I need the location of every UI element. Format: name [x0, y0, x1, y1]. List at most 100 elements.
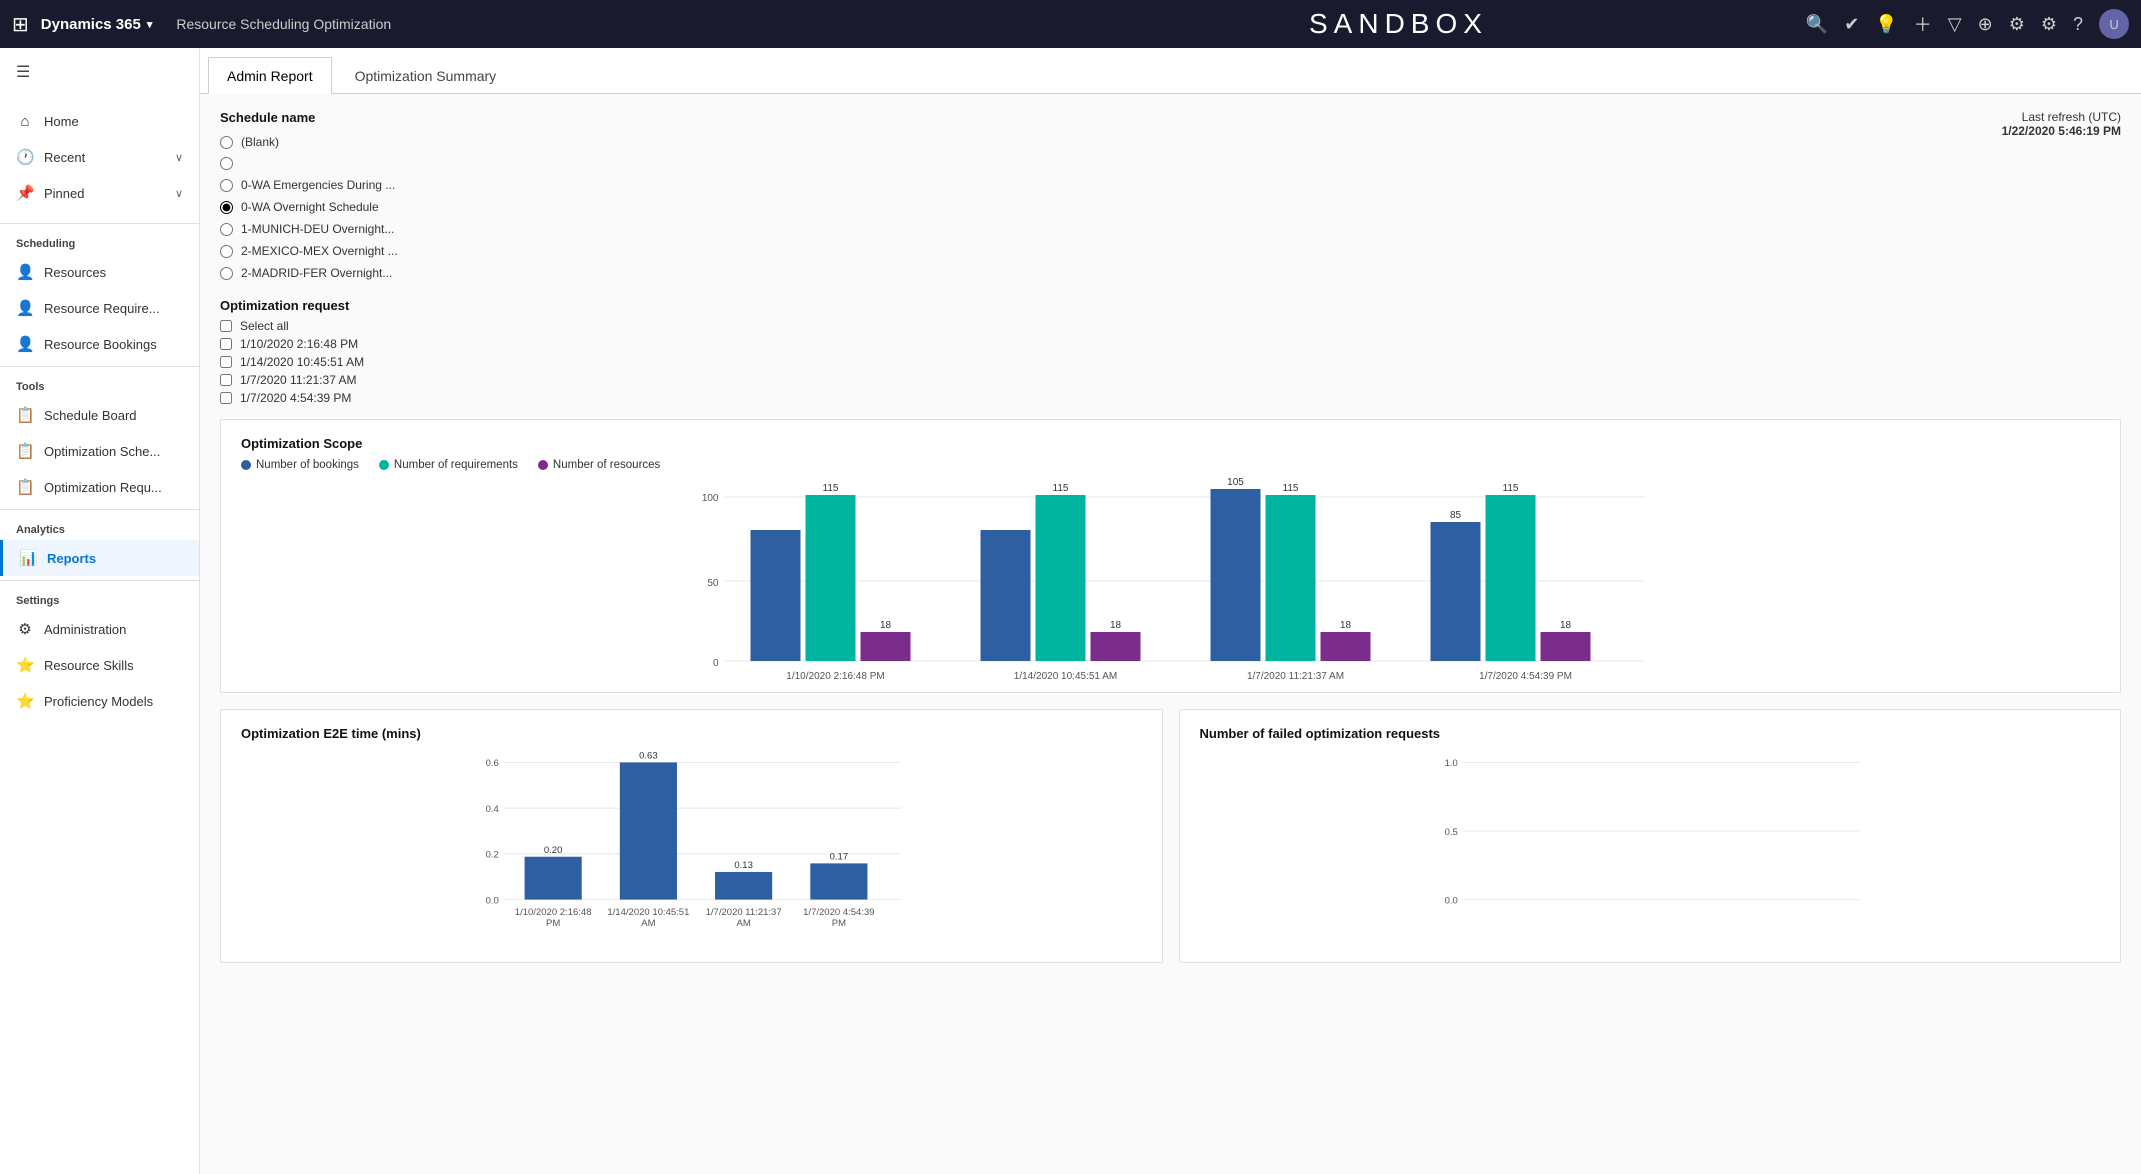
schedule-radio-mexico[interactable]	[220, 245, 233, 258]
svg-text:18: 18	[880, 620, 892, 631]
sidebar-item-label: Proficiency Models	[44, 694, 183, 709]
brand[interactable]: Dynamics 365 ▾	[41, 16, 153, 33]
schedule-option-madrid[interactable]: 2-MADRID-FER Overnight...	[220, 264, 440, 282]
help-icon[interactable]: ?	[2073, 14, 2083, 35]
select-all-checkbox[interactable]	[220, 320, 232, 332]
resource-bookings-icon: 👤	[16, 335, 34, 353]
topbar-icons: 🔍 ✔ 💡 ＋ ▽ ⊕ ⚙ ⚙ ? U	[1806, 9, 2129, 39]
sidebar-item-label: Resources	[44, 265, 183, 280]
e2e-chart-card: Optimization E2E time (mins) 0.6 0.4 0.2…	[220, 709, 1163, 963]
sidebar-item-optimization-requests[interactable]: 📋 Optimization Requ...	[0, 469, 199, 505]
zoom-icon[interactable]: ⊕	[1978, 14, 1993, 35]
svg-text:1/7/2020 11:21:37 AM: 1/7/2020 11:21:37 AM	[1247, 671, 1344, 682]
sidebar-group-settings: Settings	[0, 585, 199, 611]
brand-chevron[interactable]: ▾	[147, 18, 153, 31]
bar-group1-resources	[861, 632, 911, 661]
svg-text:1/7/2020 4:54:39: 1/7/2020 4:54:39	[803, 907, 874, 918]
sidebar-item-resources[interactable]: 👤 Resources	[0, 254, 199, 290]
svg-text:1/7/2020 4:54:39 PM: 1/7/2020 4:54:39 PM	[1479, 671, 1572, 682]
svg-text:PM: PM	[546, 918, 560, 929]
schedule-option-label: 0-WA Emergencies During ...	[241, 178, 395, 192]
avatar[interactable]: U	[2099, 9, 2129, 39]
sidebar-item-home[interactable]: ⌂ Home	[0, 104, 199, 139]
sidebar-item-label: Reports	[47, 551, 183, 566]
apps-icon[interactable]: ⊞	[12, 12, 29, 37]
sidebar-item-reports[interactable]: 📊 Reports	[0, 540, 199, 576]
sidebar-item-pinned[interactable]: 📌 Pinned ∨	[0, 175, 199, 211]
legend-resources: Number of resources	[538, 459, 660, 471]
e2e-bar2	[620, 762, 677, 899]
pin-icon: 📌	[16, 184, 34, 202]
content-area: Admin Report Optimization Summary Schedu…	[200, 48, 2141, 1174]
sidebar-item-recent[interactable]: 🕐 Recent ∨	[0, 139, 199, 175]
checkbox-label: Select all	[240, 319, 289, 333]
sidebar-toggle[interactable]: ☰	[0, 48, 199, 96]
schedule-option-empty[interactable]	[220, 155, 440, 172]
failed-chart-title: Number of failed optimization requests	[1200, 726, 2101, 741]
checkbox-req2[interactable]: 1/14/2020 10:45:51 AM	[220, 353, 440, 371]
svg-text:115: 115	[1503, 483, 1519, 494]
sidebar-item-resource-bookings[interactable]: 👤 Resource Bookings	[0, 326, 199, 362]
bar-group4-bookings	[1431, 522, 1481, 661]
filter-panel: Schedule name (Blank) 0-WA Emergencies D…	[220, 110, 440, 407]
schedule-radio-munich[interactable]	[220, 223, 233, 236]
lightbulb-icon[interactable]: 💡	[1875, 14, 1897, 35]
schedule-radio-blank[interactable]	[220, 136, 233, 149]
gear-icon[interactable]: ⚙	[2041, 14, 2057, 35]
req3-checkbox[interactable]	[220, 374, 232, 386]
bar-group3-requirements	[1266, 495, 1316, 661]
sidebar-divider	[0, 223, 199, 224]
bar-group4-resources	[1541, 632, 1591, 661]
schedule-radio-wa-overnight[interactable]	[220, 201, 233, 214]
schedule-option-label: (Blank)	[241, 135, 279, 149]
schedule-option-wa-overnight[interactable]: 0-WA Overnight Schedule	[220, 198, 440, 216]
svg-text:1.0: 1.0	[1444, 758, 1457, 769]
schedule-option-wa-emergencies[interactable]: 0-WA Emergencies During ...	[220, 176, 440, 194]
legend-requirements-label: Number of requirements	[394, 459, 518, 471]
req2-checkbox[interactable]	[220, 356, 232, 368]
sidebar-item-label: Recent	[44, 150, 165, 165]
recent-icon: 🕐	[16, 148, 34, 166]
svg-text:0.5: 0.5	[1444, 827, 1457, 838]
checkbox-req3[interactable]: 1/7/2020 11:21:37 AM	[220, 371, 440, 389]
legend-bookings-label: Number of bookings	[256, 459, 359, 471]
checkbox-req4[interactable]: 1/7/2020 4:54:39 PM	[220, 389, 440, 407]
failed-chart-svg: 1.0 0.5 0.0	[1200, 751, 2101, 951]
svg-text:1/10/2020 2:16:48: 1/10/2020 2:16:48	[515, 907, 592, 918]
checkbox-select-all[interactable]: Select all	[220, 317, 440, 335]
sidebar-item-proficiency-models[interactable]: ⭐ Proficiency Models	[0, 683, 199, 719]
sidebar-item-label: Optimization Requ...	[44, 480, 183, 495]
schedule-option-mexico[interactable]: 2-MEXICO-MEX Overnight ...	[220, 242, 440, 260]
settings-icon[interactable]: ⚙	[2009, 14, 2025, 35]
schedule-radio-empty[interactable]	[220, 157, 233, 170]
req1-checkbox[interactable]	[220, 338, 232, 350]
add-icon[interactable]: ＋	[1914, 11, 1932, 37]
last-refresh-value: 1/22/2020 5:46:19 PM	[2002, 124, 2121, 138]
check-icon[interactable]: ✔	[1844, 14, 1859, 35]
e2e-chart-title: Optimization E2E time (mins)	[241, 726, 1142, 741]
sidebar-group-scheduling: Scheduling	[0, 228, 199, 254]
search-icon[interactable]: 🔍	[1806, 14, 1828, 35]
e2e-chart-svg: 0.6 0.4 0.2 0.0 0.20 1/10/2020 2:16:48	[241, 751, 1142, 951]
e2e-bar1	[525, 857, 582, 900]
schedule-option-munich[interactable]: 1-MUNICH-DEU Overnight...	[220, 220, 440, 238]
filter-icon[interactable]: ▽	[1948, 14, 1962, 35]
checkbox-req1[interactable]: 1/10/2020 2:16:48 PM	[220, 335, 440, 353]
schedule-radio-madrid[interactable]	[220, 267, 233, 280]
sidebar-item-resource-requirements[interactable]: 👤 Resource Require...	[0, 290, 199, 326]
schedule-option-blank[interactable]: (Blank)	[220, 133, 440, 151]
tab-optimization-summary[interactable]: Optimization Summary	[336, 57, 516, 94]
tab-admin-report[interactable]: Admin Report	[208, 57, 332, 94]
legend-bookings-dot	[241, 460, 251, 470]
sidebar-item-resource-skills[interactable]: ⭐ Resource Skills	[0, 647, 199, 683]
checkbox-label: 1/10/2020 2:16:48 PM	[240, 337, 358, 351]
sidebar-item-optimization-schedule[interactable]: 📋 Optimization Sche...	[0, 433, 199, 469]
schedule-radio-wa-emergencies[interactable]	[220, 179, 233, 192]
svg-text:PM: PM	[832, 918, 846, 929]
req4-checkbox[interactable]	[220, 392, 232, 404]
sidebar-item-schedule-board[interactable]: 📋 Schedule Board	[0, 397, 199, 433]
sidebar-item-administration[interactable]: ⚙ Administration	[0, 611, 199, 647]
sidebar-divider	[0, 509, 199, 510]
schedule-option-label: 1-MUNICH-DEU Overnight...	[241, 222, 394, 236]
legend-resources-label: Number of resources	[553, 459, 660, 471]
